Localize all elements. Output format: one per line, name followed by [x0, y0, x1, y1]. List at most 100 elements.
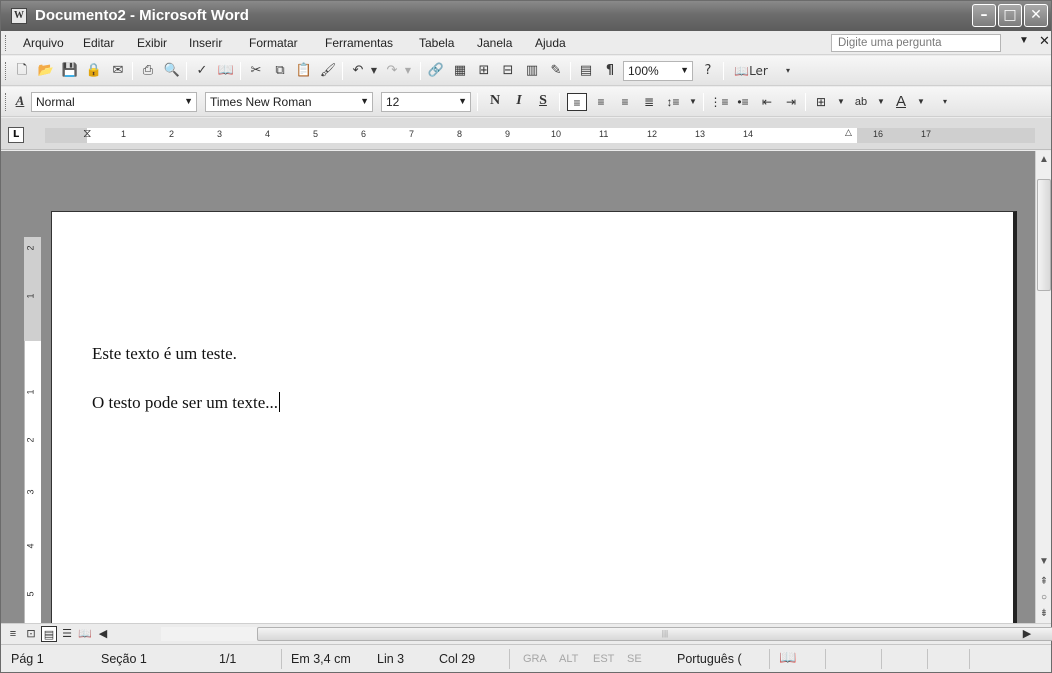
borders-dropdown-icon[interactable]: ▼: [831, 93, 851, 111]
horizontal-ruler[interactable]: ⧖ 1 2 3 4 5 6 7 8 9 10 11 12 13 14 △ 16 …: [45, 126, 1035, 143]
align-center-icon[interactable]: ≡: [591, 93, 611, 111]
chevron-down-icon[interactable]: ▼: [360, 96, 369, 106]
paste-icon[interactable]: 📋: [295, 62, 313, 80]
font-color-dropdown-icon[interactable]: ▼: [911, 93, 931, 111]
maximize-button[interactable]: □: [998, 4, 1022, 27]
status-track-changes[interactable]: ALT: [559, 653, 578, 665]
align-left-icon[interactable]: ≡: [567, 93, 587, 111]
menu-ajuda[interactable]: Ajuda: [535, 36, 566, 50]
toolbar-grip[interactable]: [5, 93, 8, 111]
spelling-status-icon[interactable]: 📖: [779, 649, 796, 666]
right-indent-marker[interactable]: △: [845, 127, 852, 138]
line-spacing-dropdown-icon[interactable]: ▼: [683, 93, 703, 111]
scroll-up-icon[interactable]: ▲: [1037, 153, 1051, 167]
reading-layout-icon[interactable]: 📖: [77, 626, 93, 642]
horizontal-scrollbar[interactable]: |||: [161, 627, 1052, 641]
scroll-down-icon[interactable]: ▼: [1037, 555, 1051, 569]
document-line-2[interactable]: O testo pode ser um texte...: [92, 392, 281, 413]
font-combo[interactable]: Times New Roman ▼: [205, 92, 373, 112]
spelling-icon[interactable]: ✓: [193, 62, 211, 80]
menu-janela[interactable]: Janela: [477, 36, 512, 50]
read-button[interactable]: 📖Ler: [729, 62, 773, 80]
insert-excel-icon[interactable]: ⊟: [499, 62, 517, 80]
toolbar-options-icon[interactable]: ▾: [935, 93, 955, 111]
styles-formatting-icon[interactable]: A: [11, 93, 29, 111]
minimize-button[interactable]: –: [972, 4, 996, 27]
normal-view-icon[interactable]: ≡: [5, 626, 21, 642]
menu-formatar[interactable]: Formatar: [249, 36, 298, 50]
drawing-icon[interactable]: ✎: [547, 62, 565, 80]
chevron-down-icon[interactable]: ▼: [458, 96, 467, 106]
menu-tabela[interactable]: Tabela: [419, 36, 454, 50]
document-page[interactable]: Este texto é um teste. O testo pode ser …: [51, 211, 1017, 623]
menu-arquivo[interactable]: Arquivo: [23, 36, 64, 50]
redo-dropdown-icon[interactable]: ▼: [399, 62, 417, 80]
cut-icon[interactable]: ✂: [247, 62, 265, 80]
document-map-icon[interactable]: ▤: [577, 62, 595, 80]
columns-icon[interactable]: ▥: [523, 62, 541, 80]
insert-table-icon[interactable]: ⊞: [475, 62, 493, 80]
align-right-icon[interactable]: ≡: [615, 93, 635, 111]
menu-exibir[interactable]: Exibir: [137, 36, 167, 50]
first-line-indent-marker[interactable]: ⧖: [83, 126, 91, 141]
new-document-icon[interactable]: 🗋: [13, 62, 31, 80]
chevron-down-icon[interactable]: ▼: [680, 65, 689, 75]
menu-grip[interactable]: [5, 35, 8, 51]
horizontal-scroll-thumb[interactable]: |||: [257, 627, 1052, 641]
vertical-scrollbar[interactable]: ▲ ▼ ⇞ ○ ⇟: [1035, 151, 1051, 623]
line-spacing-icon[interactable]: ↕≡: [663, 93, 683, 111]
font-size-combo[interactable]: 12 ▼: [381, 92, 471, 112]
hyperlink-icon[interactable]: 🔗: [427, 62, 445, 80]
status-overtype[interactable]: SE: [627, 653, 642, 665]
undo-dropdown-icon[interactable]: ▼: [365, 62, 383, 80]
italic-button[interactable]: I: [509, 93, 529, 111]
copy-icon[interactable]: ⧉: [271, 62, 289, 80]
email-icon[interactable]: ✉: [109, 62, 127, 80]
scroll-right-icon[interactable]: ▶: [1019, 626, 1035, 642]
previous-page-icon[interactable]: ⇞: [1037, 575, 1051, 589]
status-extend[interactable]: EST: [593, 653, 614, 665]
select-browse-object-icon[interactable]: ○: [1037, 591, 1051, 605]
open-folder-icon[interactable]: 📂: [37, 62, 55, 80]
underline-button[interactable]: S: [533, 93, 553, 111]
print-preview-icon[interactable]: 🔍: [163, 62, 181, 80]
ask-question-box[interactable]: Digite uma pergunta: [831, 34, 1001, 52]
scroll-left-icon[interactable]: ◀: [95, 626, 111, 642]
toolbar-options-icon[interactable]: ▾: [779, 62, 797, 80]
numbering-icon[interactable]: ⋮≡: [709, 93, 729, 111]
outline-view-icon[interactable]: ☰: [59, 626, 75, 642]
font-color-icon[interactable]: A: [891, 93, 911, 111]
justify-icon[interactable]: ≣: [639, 93, 659, 111]
bullets-icon[interactable]: •≡: [733, 93, 753, 111]
bold-button[interactable]: N: [485, 93, 505, 111]
toolbar-grip[interactable]: [5, 62, 8, 80]
print-icon[interactable]: ⎙: [139, 62, 157, 80]
close-document-icon[interactable]: ✕: [1039, 34, 1050, 49]
menu-editar[interactable]: Editar: [83, 36, 114, 50]
format-painter-icon[interactable]: 🖌: [319, 62, 337, 80]
show-hide-icon[interactable]: ¶: [601, 62, 619, 80]
status-language[interactable]: Português (: [677, 652, 742, 666]
save-icon[interactable]: 💾: [61, 62, 79, 80]
highlight-dropdown-icon[interactable]: ▼: [871, 93, 891, 111]
permission-icon[interactable]: 🔒: [85, 62, 103, 80]
ask-dropdown-icon[interactable]: ▼: [1019, 35, 1029, 46]
word-doc-icon[interactable]: W: [11, 8, 27, 24]
help-icon[interactable]: ?: [699, 62, 717, 80]
vertical-scroll-thumb[interactable]: [1037, 179, 1051, 291]
close-button[interactable]: ✕: [1024, 4, 1048, 27]
tab-selector-icon[interactable]: L: [8, 127, 24, 143]
decrease-indent-icon[interactable]: ⇤: [757, 93, 777, 111]
web-layout-icon[interactable]: ⊡: [23, 626, 39, 642]
print-layout-icon[interactable]: ▤: [41, 626, 57, 642]
document-line-1[interactable]: Este texto é um teste.: [92, 344, 237, 364]
next-page-icon[interactable]: ⇟: [1037, 607, 1051, 621]
menu-inserir[interactable]: Inserir: [189, 36, 222, 50]
menu-ferramentas[interactable]: Ferramentas: [325, 36, 393, 50]
status-record-macro[interactable]: GRA: [523, 653, 547, 665]
research-icon[interactable]: 📖: [217, 62, 235, 80]
tables-borders-icon[interactable]: ▦: [451, 62, 469, 80]
zoom-combo[interactable]: 100% ▼: [623, 61, 693, 81]
style-combo[interactable]: Normal ▼: [31, 92, 197, 112]
highlight-icon[interactable]: ab: [851, 93, 871, 111]
